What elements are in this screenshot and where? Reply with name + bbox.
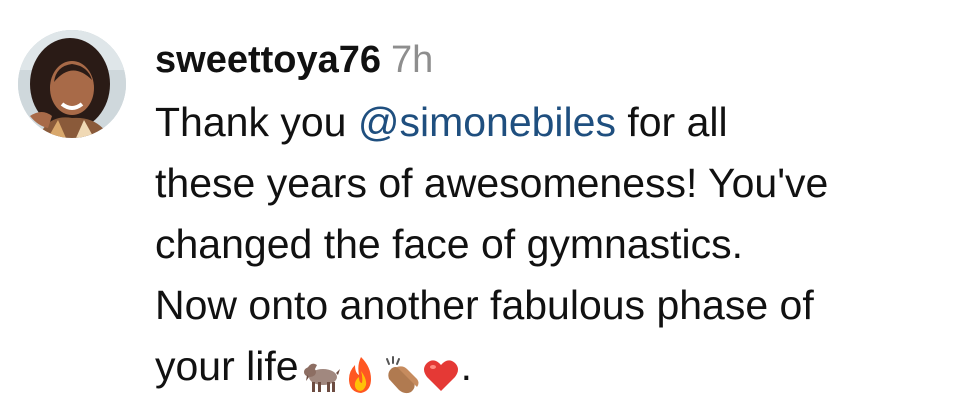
mention-link[interactable]: @simonebiles	[358, 99, 616, 145]
avatar[interactable]	[18, 30, 126, 138]
comment-text-segment: Thank you	[155, 99, 358, 145]
comment-line-1: Thank you @simonebiles for all	[155, 92, 970, 153]
clapping-hands-emoji	[381, 355, 421, 395]
comment-line-5: your life .	[155, 336, 970, 403]
goat-emoji	[301, 355, 341, 395]
timestamp: 7h	[391, 39, 434, 81]
username-link[interactable]: sweettoya76	[155, 39, 381, 81]
avatar-photo	[18, 30, 126, 138]
comment: sweettoya76 7h Thank you @simonebiles for…	[0, 0, 980, 414]
fire-emoji	[341, 355, 381, 395]
comment-text-segment: your life	[155, 343, 299, 389]
emoji-group	[301, 342, 461, 403]
comment-header: sweettoya76 7h	[155, 36, 970, 84]
comment-line-3: changed the face of gymnastics.	[155, 221, 744, 267]
comment-text: Thank you @simonebiles for all these yea…	[155, 92, 970, 403]
comment-text-segment: .	[460, 343, 472, 389]
comment-line-2: these years of awesomeness! You've	[155, 160, 829, 206]
comment-text-segment: for all	[615, 99, 728, 145]
comment-line-4: Now onto another fabulous phase of	[155, 282, 814, 328]
comment-body: sweettoya76 7h Thank you @simonebiles for…	[155, 36, 970, 403]
red-heart-emoji	[421, 355, 461, 395]
